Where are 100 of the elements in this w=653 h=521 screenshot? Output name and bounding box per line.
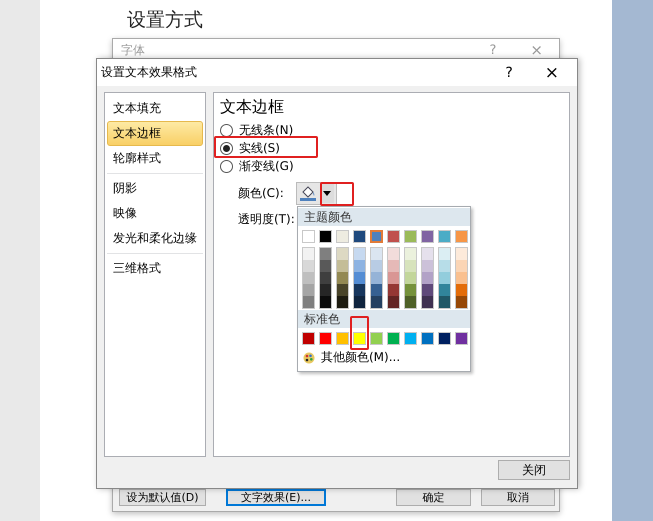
- color-swatch[interactable]: [371, 260, 382, 272]
- color-swatch[interactable]: [439, 272, 450, 284]
- radio-button[interactable]: [220, 124, 233, 136]
- sidebar-item[interactable]: 映像: [107, 201, 203, 226]
- color-swatch[interactable]: [320, 284, 331, 296]
- document-heading: 设置方式: [127, 8, 203, 33]
- color-swatch[interactable]: [354, 284, 365, 296]
- color-swatch[interactable]: [303, 248, 314, 260]
- color-swatch[interactable]: [455, 230, 468, 243]
- radio-button[interactable]: [220, 142, 233, 154]
- color-swatch[interactable]: [422, 272, 433, 284]
- color-swatch[interactable]: [337, 260, 348, 272]
- color-swatch[interactable]: [456, 284, 467, 296]
- color-swatch[interactable]: [388, 260, 399, 272]
- color-swatch[interactable]: [388, 248, 399, 260]
- radio-label: 实线(S): [239, 140, 280, 156]
- color-swatch[interactable]: [388, 284, 399, 296]
- color-swatch[interactable]: [421, 230, 434, 243]
- sidebar-item[interactable]: 文本边框: [107, 121, 203, 146]
- color-swatch[interactable]: [354, 272, 365, 284]
- sidebar-item[interactable]: 三维格式: [107, 256, 203, 281]
- color-swatch[interactable]: [422, 284, 433, 296]
- section-heading: 文本边框: [220, 97, 285, 118]
- color-swatch[interactable]: [439, 284, 450, 296]
- sidebar-item[interactable]: 文本填充: [107, 96, 203, 121]
- color-swatch[interactable]: [405, 296, 416, 308]
- dialog-button[interactable]: 取消: [481, 489, 555, 506]
- menu-section-title: 主题颜色: [298, 208, 470, 226]
- color-swatch[interactable]: [302, 332, 315, 345]
- color-swatch[interactable]: [354, 260, 365, 272]
- color-swatch[interactable]: [353, 332, 366, 345]
- color-swatch[interactable]: [456, 296, 467, 308]
- close-button[interactable]: 关闭: [498, 460, 570, 480]
- color-swatch[interactable]: [455, 332, 468, 345]
- color-swatch[interactable]: [320, 296, 331, 308]
- color-swatch[interactable]: [422, 296, 433, 308]
- color-swatch[interactable]: [422, 248, 433, 260]
- color-swatch[interactable]: [320, 248, 331, 260]
- color-swatch[interactable]: [405, 248, 416, 260]
- color-swatch[interactable]: [371, 248, 382, 260]
- color-swatch[interactable]: [422, 260, 433, 272]
- menu-section-title: 标准色: [298, 310, 470, 328]
- dialog-button[interactable]: 文字效果(E)...: [226, 489, 326, 506]
- paint-bucket-icon: [299, 184, 317, 202]
- color-swatch[interactable]: [370, 230, 383, 243]
- color-swatch[interactable]: [319, 332, 332, 345]
- color-swatch[interactable]: [303, 260, 314, 272]
- color-swatch[interactable]: [404, 332, 417, 345]
- color-swatch[interactable]: [387, 230, 400, 243]
- radio-button[interactable]: [220, 160, 233, 172]
- color-swatch[interactable]: [404, 230, 417, 243]
- color-swatch[interactable]: [370, 332, 383, 345]
- menu-item[interactable]: 其他颜色(M)...: [298, 347, 470, 366]
- color-swatch[interactable]: [354, 248, 365, 260]
- color-swatch[interactable]: [337, 284, 348, 296]
- dialog-button[interactable]: 设为默认值(D): [119, 489, 206, 506]
- color-swatch[interactable]: [353, 230, 366, 243]
- color-swatch[interactable]: [388, 296, 399, 308]
- color-swatch[interactable]: [438, 332, 451, 345]
- palette-icon: [303, 352, 315, 364]
- color-swatch[interactable]: [303, 272, 314, 284]
- color-swatch[interactable]: [405, 284, 416, 296]
- dialog-button[interactable]: 确定: [396, 489, 471, 506]
- color-swatch[interactable]: [337, 248, 348, 260]
- color-swatch[interactable]: [337, 272, 348, 284]
- color-swatch[interactable]: [438, 230, 451, 243]
- sidebar-item[interactable]: 轮廓样式: [107, 146, 203, 171]
- color-swatch[interactable]: [456, 260, 467, 272]
- color-swatch[interactable]: [320, 272, 331, 284]
- color-swatch[interactable]: [319, 230, 332, 243]
- field-label: 透明度(T):: [238, 210, 296, 228]
- color-swatch[interactable]: [336, 332, 349, 345]
- color-swatch[interactable]: [371, 284, 382, 296]
- color-swatch[interactable]: [337, 296, 348, 308]
- sidebar-item[interactable]: 阴影: [107, 176, 203, 201]
- color-swatch[interactable]: [387, 332, 400, 345]
- color-swatch[interactable]: [302, 230, 315, 243]
- color-swatch[interactable]: [371, 272, 382, 284]
- color-swatch[interactable]: [439, 248, 450, 260]
- window-title: 设置文本效果格式: [101, 64, 198, 81]
- color-swatch[interactable]: [439, 296, 450, 308]
- color-swatch[interactable]: [405, 272, 416, 284]
- color-picker-button[interactable]: [296, 182, 337, 204]
- color-swatch[interactable]: [439, 260, 450, 272]
- color-swatch[interactable]: [388, 272, 399, 284]
- color-swatch[interactable]: [303, 296, 314, 308]
- color-swatch[interactable]: [354, 296, 365, 308]
- window-title: 字体: [121, 42, 146, 58]
- color-swatch[interactable]: [456, 272, 467, 284]
- close-button[interactable]: ×: [544, 62, 559, 82]
- color-swatch[interactable]: [320, 260, 331, 272]
- color-swatch[interactable]: [456, 248, 467, 260]
- help-button[interactable]: ?: [505, 64, 513, 80]
- color-swatch[interactable]: [405, 260, 416, 272]
- color-swatch[interactable]: [336, 230, 349, 243]
- color-swatch[interactable]: [371, 296, 382, 308]
- color-swatch[interactable]: [421, 332, 434, 345]
- color-swatch[interactable]: [303, 284, 314, 296]
- radio-label: 无线条(N): [239, 122, 294, 138]
- sidebar-item[interactable]: 发光和柔化边缘: [107, 226, 203, 251]
